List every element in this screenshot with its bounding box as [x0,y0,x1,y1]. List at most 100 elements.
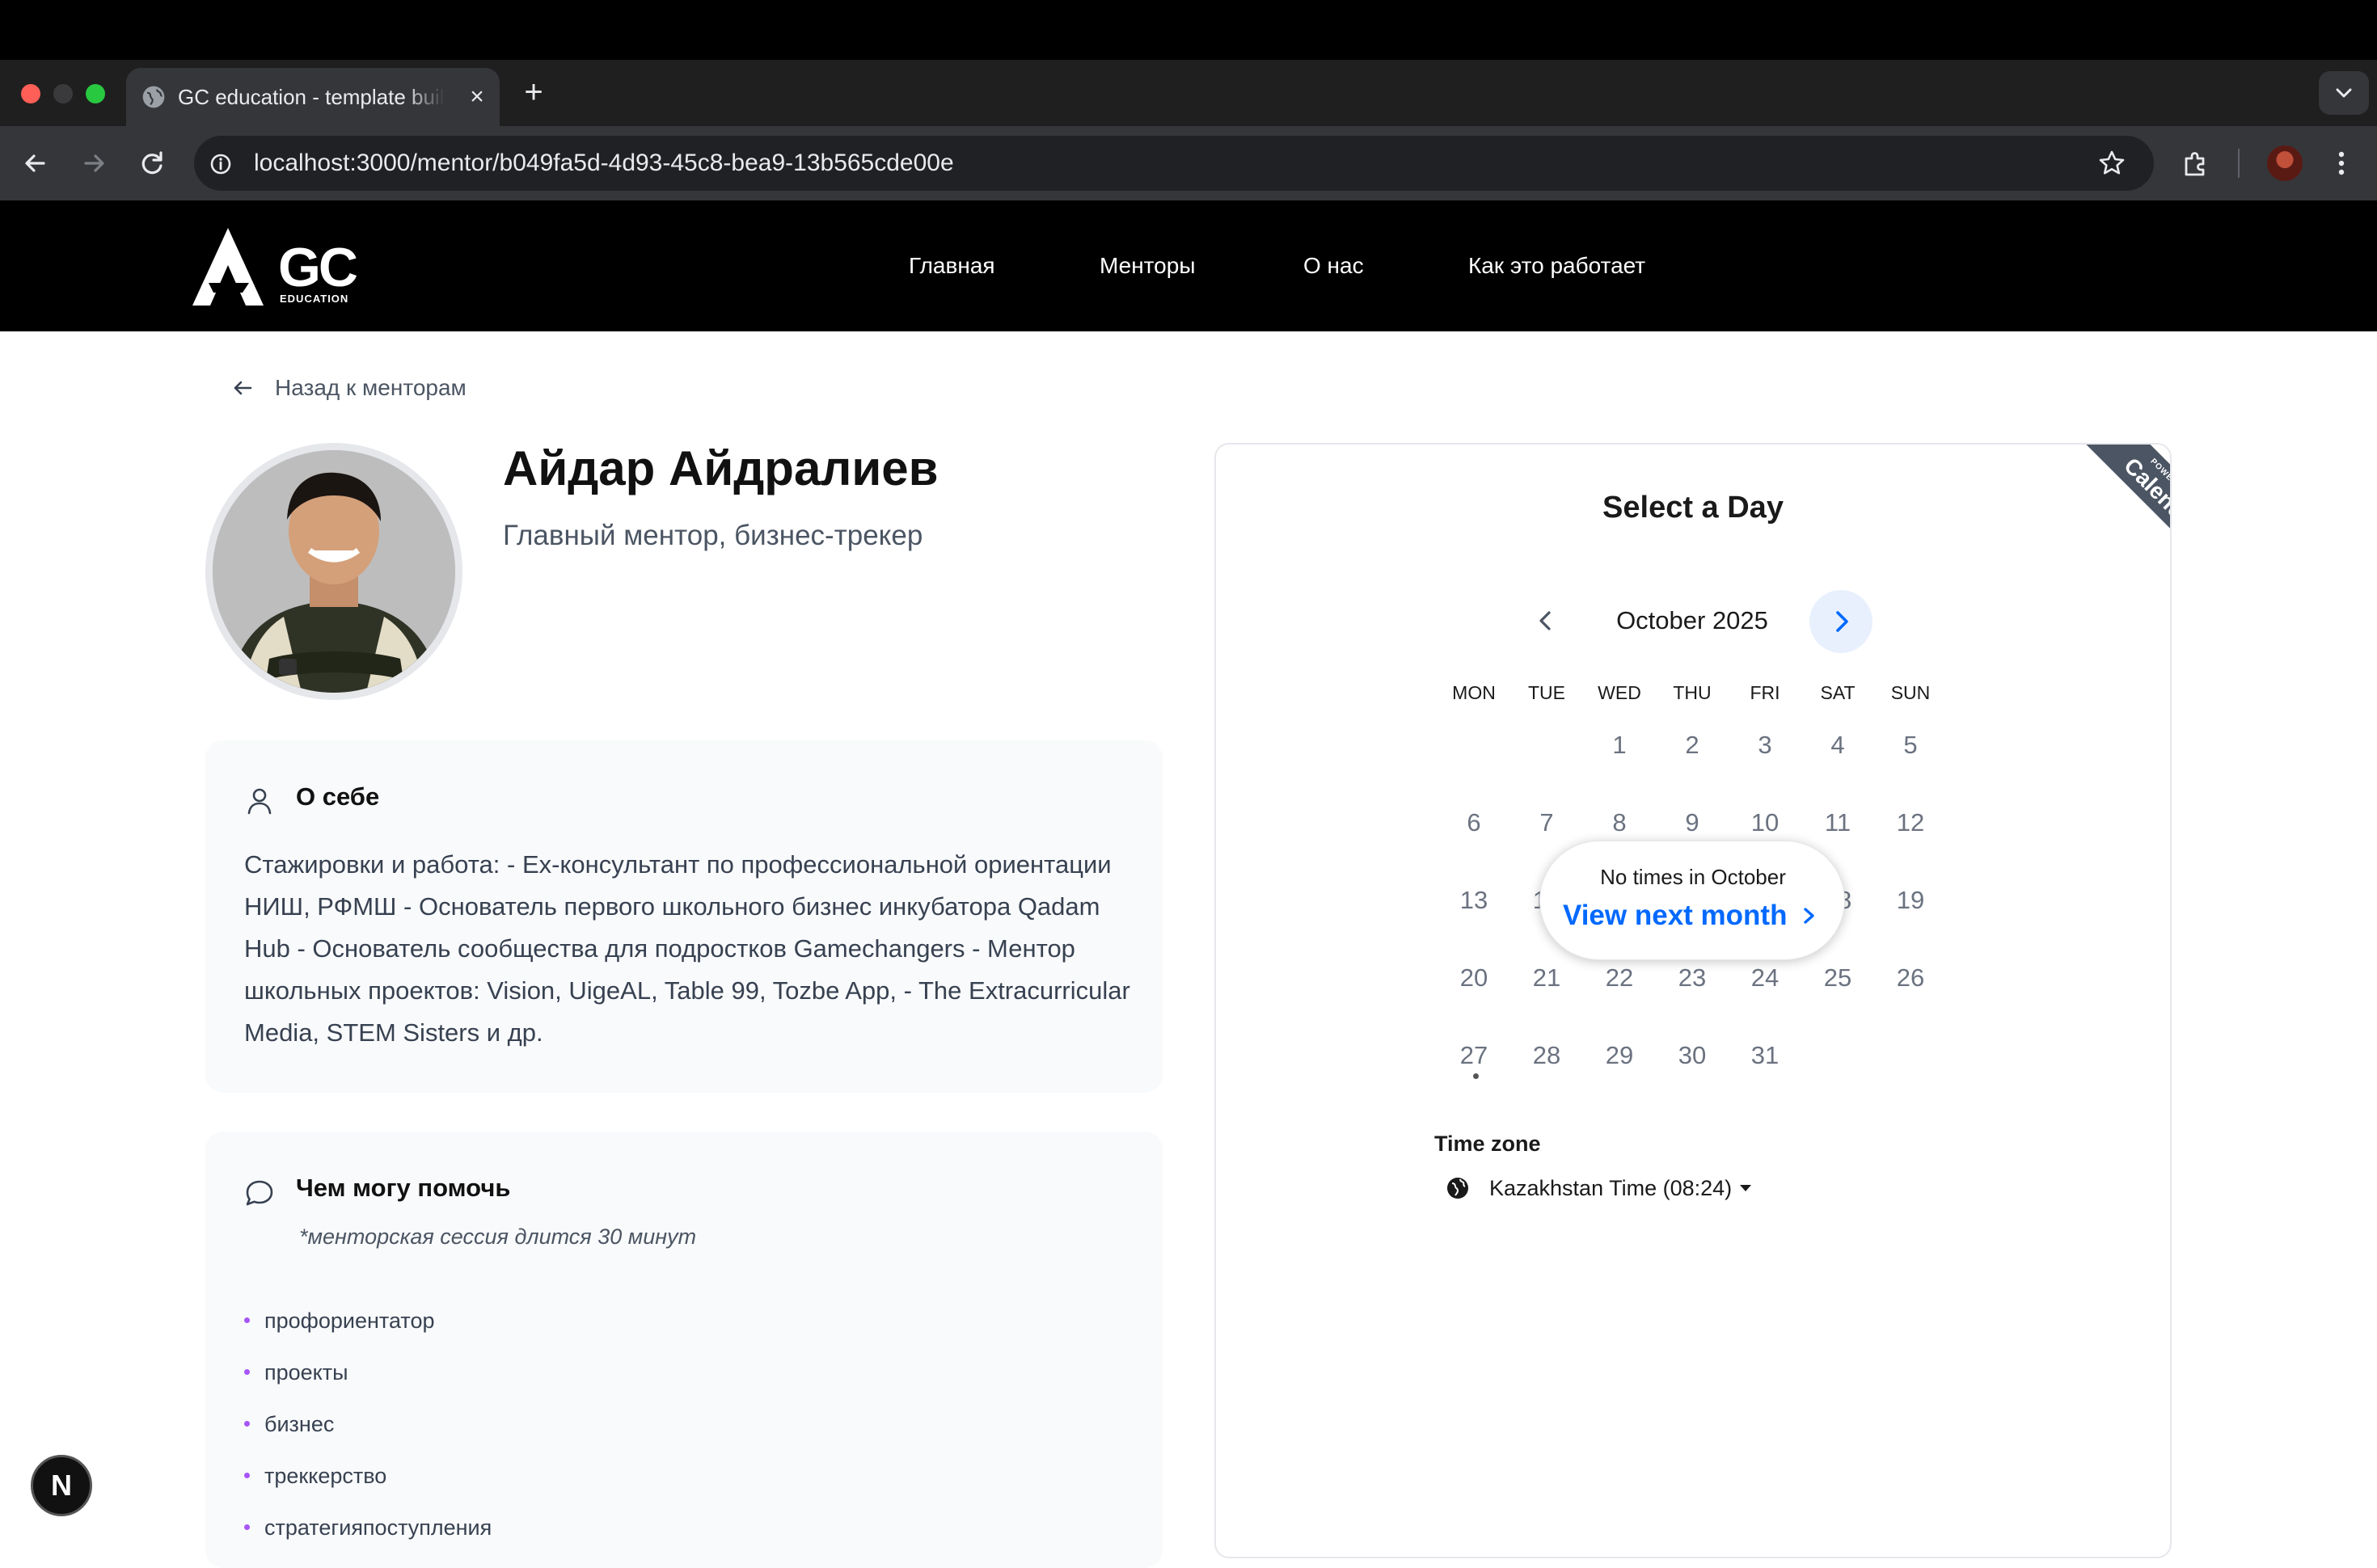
list-item-label: профориентатор [264,1309,435,1333]
weekday-header: WED [1598,682,1641,703]
bookmark-star-icon[interactable] [2096,147,2128,179]
window-maximize-button[interactable] [86,84,105,103]
nav-how-it-works[interactable]: Как это работает [1468,251,1645,281]
arrow-left-icon [234,381,252,395]
calendar-day: 8 [1612,808,1627,837]
calendar-day: 13 [1459,886,1488,914]
chevron-right-icon [1804,908,1815,924]
calendar-day: 5 [1903,731,1918,759]
url-text[interactable]: localhost:3000/mentor/b049fa5d-4d93-45c8… [254,149,954,178]
mentor-role: Главный ментор, бизнес-трекер [503,520,923,551]
calendar-day: 29 [1605,1041,1634,1069]
nav-mentors[interactable]: Менторы [1100,251,1195,281]
calendar-day: 3 [1758,731,1772,759]
calendar-day: 4 [1830,731,1845,759]
profile-avatar[interactable] [2267,145,2303,181]
more-menu-icon[interactable] [2324,145,2359,181]
about-text: Стажировки и работа: - Ех-консультант по… [244,850,1130,1047]
tab-close-icon[interactable]: × [462,82,492,112]
calendar-day: 9 [1685,808,1699,837]
new-tab-button[interactable]: + [517,76,550,108]
site-info-icon[interactable] [207,150,234,178]
calendar-day: 21 [1532,963,1561,992]
timezone-value: Kazakhstan Time (08:24) [1489,1175,1733,1200]
globe-icon [142,86,165,108]
calendar-day: 7 [1539,808,1554,837]
bullet [244,1524,250,1530]
calendar-day: 26 [1896,963,1925,992]
address-bar[interactable]: localhost:3000/mentor/b049fa5d-4d93-45c8… [194,136,2154,191]
weekday-header: MON [1452,682,1496,703]
weekday-header: SAT [1820,682,1856,703]
calendar-day: 30 [1678,1041,1707,1069]
globe-icon [1447,1178,1468,1199]
nextjs-dev-badge[interactable]: N [31,1455,92,1516]
list-item-label: проекты [264,1360,348,1385]
session-note: *менторская сессия длится 30 минут [299,1224,697,1249]
mentor-avatar [205,443,462,700]
list-item: проекты [244,1356,492,1408]
gc-education-logo[interactable]: GC EDUCATION [191,226,369,307]
user-icon [247,788,272,815]
bullet [244,1473,250,1478]
tab-title: GC education - template built [178,85,445,109]
calendar-day: 24 [1750,963,1780,992]
previous-month-button[interactable] [1528,603,1564,639]
timezone-select[interactable]: Kazakhstan Time (08:24) [1446,1172,1752,1204]
weekday-header: FRI [1750,682,1780,703]
weekday-header: TUE [1528,682,1565,703]
calendar-day: 10 [1750,808,1780,837]
tab-search-button[interactable] [2319,71,2369,115]
logo-subtext: EDUCATION [280,293,348,305]
calendar-day: 23 [1678,963,1707,992]
window-close-button[interactable] [21,84,40,103]
extensions-icon[interactable] [2178,145,2214,181]
logo-text: GC [278,237,357,298]
view-next-month-link[interactable]: View next month [1563,898,1819,934]
nav-about[interactable]: О нас [1303,251,1364,281]
list-item: бизнес [244,1408,492,1460]
powered-by-calendly-ribbon[interactable]: POWERED BY Calendly [2080,445,2170,576]
back-to-mentors-link[interactable]: Назад к менторам [230,372,467,404]
help-list: профориентатор проекты бизнес треккерств… [244,1305,492,1563]
calendar-day: 27 [1459,1041,1488,1069]
calendar-day: 22 [1605,963,1634,992]
calendar-day: 19 [1896,886,1925,914]
nav-home[interactable]: Главная [909,251,995,281]
weekday-header: SUN [1890,682,1931,703]
list-item-label: бизнес [264,1412,335,1436]
calendar-day: 25 [1823,963,1852,992]
back-label: Назад к менторам [275,375,467,400]
calendar-day: 2 [1685,731,1699,759]
list-item: профориентатор [244,1305,492,1356]
today-indicator [1473,1073,1479,1079]
bullet [244,1317,250,1323]
about-title: О себе [296,782,380,811]
browser-tab-active[interactable]: GC education - template built × [126,68,500,126]
no-times-text: No times in October [1600,865,1786,889]
chevron-down-icon [2336,88,2352,98]
back-arrow-icon[interactable] [18,145,53,181]
list-item-label: стратегияпоступления [264,1515,492,1540]
list-item-label: треккерство [264,1464,387,1488]
calendar-title: Select a Day [1602,491,1784,525]
calendar-day: 12 [1896,808,1925,837]
forward-arrow-icon[interactable] [76,145,112,181]
bullet [244,1369,250,1375]
help-title: Чем могу помочь [296,1174,511,1202]
timezone-label: Time zone [1434,1132,1541,1156]
chevron-right-icon [1836,611,1848,632]
calendar-day: 11 [1824,808,1851,837]
reload-icon[interactable] [134,145,170,181]
mentor-name: Айдар Айдралиев [503,441,939,495]
list-item: стратегияпоступления [244,1511,492,1563]
month-label: October 2025 [1616,606,1768,634]
next-month-button[interactable] [1809,590,1872,653]
view-next-month-label: View next month [1563,900,1788,931]
bullet [244,1421,250,1427]
window-minimize-button[interactable] [53,84,73,103]
list-item: треккерство [244,1460,492,1511]
calendar-day: 31 [1750,1041,1780,1069]
calendar-day: 6 [1467,808,1481,837]
weekday-header: THU [1673,682,1712,703]
